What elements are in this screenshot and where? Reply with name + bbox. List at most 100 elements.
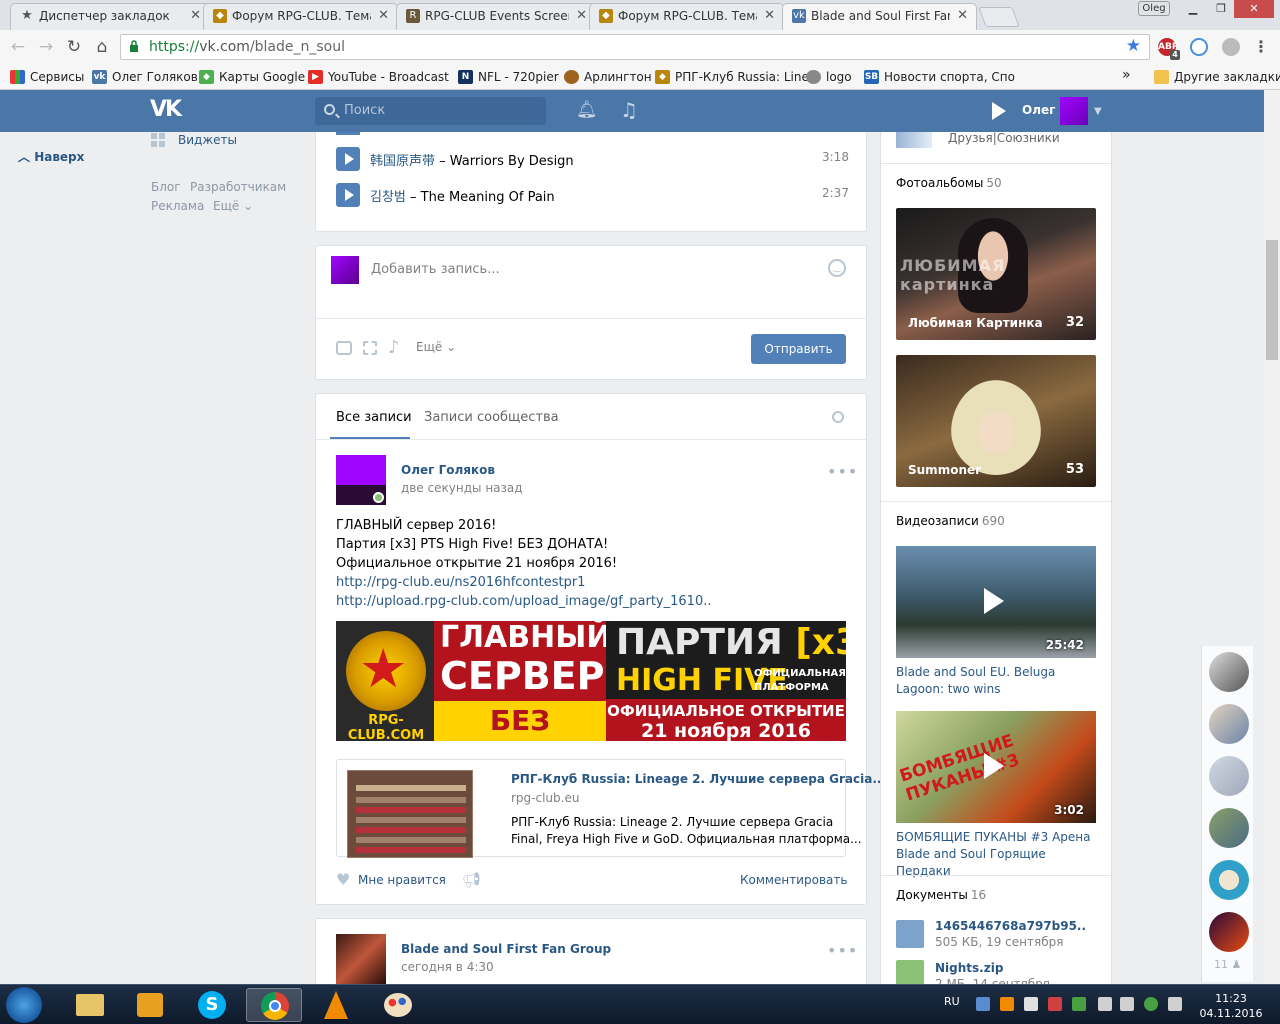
bookmark-services[interactable]: Сервисы bbox=[10, 68, 84, 86]
play-button[interactable] bbox=[336, 132, 360, 135]
tray-icon[interactable] bbox=[1048, 997, 1062, 1011]
scrollbar[interactable] bbox=[1264, 90, 1280, 984]
tab-blade-and-soul[interactable]: vk Blade and Soul First Fan G ✕ bbox=[782, 3, 977, 30]
emoji-icon[interactable]: ‿ bbox=[828, 259, 846, 277]
taskbar-media-player[interactable] bbox=[122, 988, 178, 1022]
post-author[interactable]: Blade and Soul First Fan Group bbox=[401, 942, 611, 956]
photos-header[interactable]: Фотоальбомы 50 bbox=[896, 176, 1002, 190]
flag-icon[interactable] bbox=[1098, 997, 1112, 1011]
bookmark-logo[interactable]: logo bbox=[806, 68, 852, 86]
taskbar-explorer[interactable] bbox=[62, 988, 118, 1022]
tray-icon[interactable] bbox=[976, 997, 990, 1011]
maximize-button[interactable]: ❐ bbox=[1208, 0, 1234, 18]
avatar[interactable] bbox=[1209, 912, 1249, 952]
play-button[interactable] bbox=[336, 147, 360, 171]
bookmark-arlington[interactable]: Арлингтон bbox=[564, 68, 652, 86]
tray-icon[interactable] bbox=[1072, 997, 1086, 1011]
post-input[interactable]: Добавить запись... bbox=[371, 262, 500, 277]
avatar[interactable] bbox=[1060, 97, 1088, 125]
more-options-icon[interactable]: ••• bbox=[827, 941, 858, 960]
start-button[interactable] bbox=[6, 987, 42, 1023]
footer-link-ads[interactable]: Реклама bbox=[151, 199, 204, 213]
close-icon[interactable]: ✕ bbox=[764, 4, 775, 28]
address-bar[interactable]: https://vk.com/blade_n_soul ★ bbox=[120, 34, 1150, 60]
photo-album[interactable]: ЛЮБИМАЯ картинка Любимая Картинка 32 bbox=[896, 208, 1096, 340]
bookmark-other[interactable]: Другие закладки bbox=[1154, 68, 1280, 86]
close-icon[interactable]: ✕ bbox=[576, 4, 587, 28]
post-link[interactable]: http://upload.rpg-club.com/upload_image/… bbox=[336, 592, 711, 611]
user-name[interactable]: Олег bbox=[1022, 103, 1055, 117]
video-title[interactable]: БОМБЯЩИЕ ПУКАНЫ #3 Арена Blade and Soul … bbox=[896, 829, 1096, 880]
close-icon[interactable]: ✕ bbox=[378, 4, 389, 28]
composer-more[interactable]: Ещё ⌄ bbox=[416, 340, 456, 354]
avatar[interactable] bbox=[1209, 860, 1249, 900]
share-icon[interactable]: 📢︎ bbox=[462, 871, 481, 889]
linked-group-label[interactable]: Друзья|Союзники bbox=[948, 131, 1060, 145]
language-indicator[interactable]: RU bbox=[944, 995, 960, 1008]
extension-icon[interactable] bbox=[1190, 38, 1208, 56]
tab-rpg-forum-2[interactable]: ◆ Форум RPG-CLUB. Тема ✕ bbox=[589, 3, 784, 30]
video-title[interactable]: Blade and Soul EU. Beluga Lagoon: two wi… bbox=[896, 664, 1096, 698]
post-image-banner[interactable]: RPG-CLUB.COM ГЛАВНЫЙ СЕРВЕР БЕЗ ДОНАТА П… bbox=[336, 621, 846, 741]
online-count[interactable]: 11 ♟ bbox=[1214, 958, 1241, 971]
bookmark-nfl[interactable]: N NFL - 720pier bbox=[458, 68, 559, 86]
heart-icon[interactable]: ♥ bbox=[336, 870, 350, 889]
home-icon[interactable]: ⌂ bbox=[92, 37, 112, 57]
like-button[interactable]: Мне нравится bbox=[358, 873, 446, 887]
bell-icon[interactable]: 🔔︎ bbox=[576, 100, 598, 120]
group-avatar[interactable] bbox=[896, 132, 932, 148]
tray-icon[interactable] bbox=[1144, 997, 1158, 1011]
back-arrow-icon[interactable]: ← bbox=[8, 37, 28, 57]
menu-icon[interactable]: ⋮ bbox=[1252, 38, 1270, 56]
snippet-title[interactable]: РПГ-Клуб Russia: Lineage 2. Лучшие серве… bbox=[511, 772, 886, 786]
music-note-icon[interactable]: ♪ bbox=[388, 337, 400, 358]
bookmarks-overflow-button[interactable]: » bbox=[1122, 66, 1131, 84]
taskbar-vlc[interactable] bbox=[308, 988, 364, 1022]
camera-icon[interactable] bbox=[336, 341, 352, 355]
post-time[interactable]: сегодня в 4:30 bbox=[401, 960, 494, 974]
track-artist[interactable]: 김창범 bbox=[370, 190, 406, 205]
search-icon[interactable] bbox=[832, 411, 844, 423]
scroll-up-link[interactable]: ︿ Наверх bbox=[18, 148, 84, 165]
tab-community-posts[interactable]: Записи сообщества bbox=[424, 410, 559, 425]
link-snippet[interactable]: РПГ-Клуб Russia: Lineage 2. Лучшие серве… bbox=[336, 759, 886, 858]
speaker-icon[interactable] bbox=[1120, 997, 1134, 1011]
bookmark-youtube[interactable]: ▶ YouTube - Broadcast bbox=[308, 68, 449, 86]
avatar[interactable] bbox=[336, 934, 386, 984]
send-button[interactable]: Отправить bbox=[751, 334, 846, 364]
bookmark-sport-news[interactable]: SB Новости спорта, Спо bbox=[864, 68, 1015, 86]
doc-name[interactable]: Nights.zip bbox=[935, 961, 1003, 975]
video-thumbnail[interactable]: 25:42 bbox=[896, 546, 1096, 658]
player-play-icon[interactable] bbox=[992, 102, 1006, 120]
profile-button[interactable]: Oleg bbox=[1138, 1, 1170, 16]
tab-rpg-forum-1[interactable]: ◆ Форум RPG-CLUB. Тема ✕ bbox=[203, 3, 398, 30]
vk-logo[interactable]: VK bbox=[150, 99, 184, 121]
tab-rpg-events[interactable]: R RPG-CLUB Events Screen ✕ bbox=[396, 3, 596, 30]
docs-header[interactable]: Документы 16 bbox=[896, 888, 986, 902]
avatar[interactable] bbox=[1209, 652, 1249, 692]
network-icon[interactable] bbox=[1168, 997, 1182, 1011]
close-icon[interactable]: ✕ bbox=[190, 4, 201, 28]
tab-all-posts[interactable]: Все записи bbox=[336, 410, 412, 425]
tray-icon[interactable] bbox=[1024, 997, 1038, 1011]
post-time[interactable]: две секунды назад bbox=[401, 481, 523, 495]
sidebar-item-widgets[interactable]: Виджеты bbox=[178, 133, 237, 147]
minimize-button[interactable]: ▁ bbox=[1180, 0, 1206, 18]
taskbar-chrome[interactable] bbox=[246, 988, 302, 1022]
avatar[interactable] bbox=[1209, 808, 1249, 848]
music-icon[interactable]: ♫ bbox=[620, 98, 638, 122]
search-input[interactable]: Поиск bbox=[315, 97, 546, 125]
clock[interactable]: 11:23 04.11.2016 bbox=[1197, 991, 1265, 1021]
reload-icon[interactable]: ↻ bbox=[64, 37, 84, 57]
tab-bookmark-manager[interactable]: ★ Диспетчер закладок ✕ bbox=[10, 3, 210, 30]
avatar[interactable] bbox=[1209, 756, 1249, 796]
footer-link-more[interactable]: Ещё ⌄ bbox=[213, 199, 253, 213]
bookmark-rpg-club[interactable]: ◆ РПГ-Клуб Russia: Line bbox=[655, 68, 809, 86]
taskbar-paint[interactable] bbox=[370, 988, 426, 1022]
footer-link-developers[interactable]: Разработчикам bbox=[190, 180, 286, 194]
new-tab-button[interactable] bbox=[978, 7, 1020, 27]
doc-name[interactable]: 1465446768a797b95.. bbox=[935, 919, 1086, 933]
extension-gear-icon[interactable] bbox=[1222, 38, 1240, 56]
taskbar-skype[interactable]: S bbox=[184, 988, 240, 1022]
bookmark-star-icon[interactable]: ★ bbox=[1126, 36, 1141, 56]
